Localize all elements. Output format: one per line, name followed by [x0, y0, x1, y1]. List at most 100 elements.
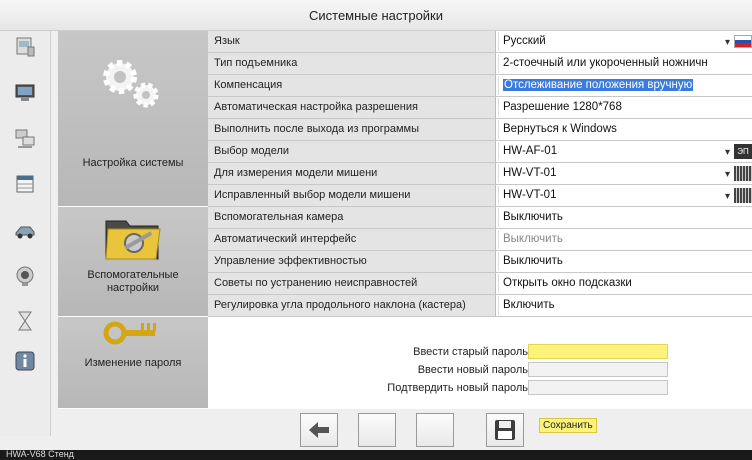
model-select[interactable]: HW-AF-01 ▾ ЭП — [498, 142, 752, 161]
setting-value: HW-VT-01 — [503, 167, 557, 179]
setting-label: Автоматическая настройка разрешения — [208, 97, 496, 118]
gears-icon — [103, 60, 159, 108]
status-text: HWA-V68 Стенд — [6, 449, 74, 459]
auto-interface-select[interactable]: Выключить — [498, 230, 752, 249]
save-label[interactable]: Сохранить — [539, 418, 597, 433]
setting-label: Язык — [208, 31, 496, 52]
target-model-select[interactable]: HW-VT-01 ▾ — [498, 164, 752, 183]
setting-value: HW-VT-01 — [503, 189, 557, 201]
setting-row-corrected-target-model: Исправленный выбор модели мишени HW-VT-0… — [208, 185, 752, 207]
password-label: Ввести новый пароль — [417, 364, 528, 376]
setting-label: Компенсация — [208, 75, 496, 96]
sidebar — [0, 31, 51, 436]
setting-value: 2-стоечный или укороченный ножничн — [503, 57, 708, 69]
floppy-disk-icon — [495, 420, 515, 440]
setting-row-model: Выбор модели HW-AF-01 ▾ ЭП — [208, 141, 752, 163]
confirm-password-field[interactable] — [528, 380, 668, 395]
title-bar: Системные настройки — [0, 0, 752, 31]
target-preview-icon — [734, 166, 752, 181]
chevron-down-icon: ▾ — [724, 37, 730, 48]
language-select[interactable]: Русский ▾ — [498, 32, 752, 51]
section-aux-label-1: Вспомогательные — [87, 269, 179, 281]
status-bar: HWA-V68 Стенд — [0, 449, 752, 460]
new-password-field[interactable] — [528, 362, 668, 377]
key-icon — [103, 321, 156, 345]
toolbar-button-empty-1[interactable] — [358, 413, 396, 447]
compensation-select[interactable]: Отслеживание положения вручную — [498, 76, 752, 95]
setting-value: Разрешение 1280*768 — [503, 101, 622, 113]
chevron-down-icon: ▾ — [724, 147, 730, 158]
setting-value: Русский — [503, 35, 546, 47]
aux-camera-select[interactable]: Выключить — [498, 208, 752, 227]
troubleshooting-select[interactable]: Открыть окно подсказки — [498, 274, 752, 293]
setting-row-troubleshooting: Советы по устранению неисправностей Откр… — [208, 273, 752, 295]
setting-label: Автоматический интерфейс — [208, 229, 496, 250]
section-system: Настройка системы — [58, 31, 208, 207]
setting-label: Вспомогательная камера — [208, 207, 496, 228]
setting-row-caster: Регулировка угла продольного наклона (ка… — [208, 295, 752, 317]
table-icon[interactable] — [13, 172, 37, 196]
lift-type-select[interactable]: 2-стоечный или укороченный ножничн — [498, 54, 752, 73]
section-password: Изменение пароля — [58, 317, 208, 409]
setting-value: Выключить — [503, 255, 563, 267]
car-lift-icon[interactable] — [13, 218, 37, 242]
back-arrow-icon — [309, 422, 329, 438]
setting-label: Тип подъемника — [208, 53, 496, 74]
setting-label: Для измерения модели мишени — [208, 163, 496, 184]
corrected-target-model-select[interactable]: HW-VT-01 ▾ — [498, 186, 752, 205]
password-row-old: Ввести старый пароль — [208, 344, 752, 360]
back-button[interactable] — [300, 413, 338, 447]
setting-label: Выбор модели — [208, 141, 496, 162]
window-title: Системные настройки — [308, 8, 444, 23]
setting-label: Исправленный выбор модели мишени — [208, 185, 496, 206]
setting-row-compensation: Компенсация Отслеживание положения вручн… — [208, 75, 752, 97]
password-row-confirm: Подтвердить новый пароль — [208, 380, 752, 396]
on-exit-select[interactable]: Вернуться к Windows — [498, 120, 752, 139]
target-preview-icon — [734, 188, 752, 203]
old-password-field[interactable] — [528, 344, 668, 359]
setting-label: Советы по устранению неисправностей — [208, 273, 496, 294]
setting-row-resolution: Автоматическая настройка разрешения Разр… — [208, 97, 752, 119]
computer-icon[interactable] — [13, 81, 37, 105]
bottom-toolbar: Сохранить — [58, 409, 752, 449]
section-system-label: Настройка системы — [82, 157, 184, 169]
chevron-down-icon: ▾ — [724, 169, 730, 180]
setting-value: Выключить — [503, 233, 563, 245]
password-label: Подтвердить новый пароль — [387, 382, 528, 394]
setting-value: Выключить — [503, 211, 563, 223]
model-badge-icon: ЭП — [734, 144, 752, 159]
section-aux-label-2: настройки — [106, 282, 160, 294]
chevron-down-icon: ▾ — [724, 191, 730, 202]
setting-label: Управление эффективностью — [208, 251, 496, 272]
camera-icon[interactable] — [13, 264, 37, 288]
setting-row-language: Язык Русский ▾ — [208, 31, 752, 53]
efficiency-select[interactable]: Выключить — [498, 252, 752, 271]
section-aux: Вспомогательные настройки — [58, 207, 208, 317]
toolbar-button-empty-2[interactable] — [416, 413, 454, 447]
resolution-select[interactable]: Разрешение 1280*768 — [498, 98, 752, 117]
setting-row-aux-camera: Вспомогательная камера Выключить — [208, 207, 752, 229]
setting-value: Открыть окно подсказки — [503, 277, 632, 289]
printer-icon[interactable] — [13, 35, 37, 59]
setting-row-on-exit: Выполнить после выхода из программы Верн… — [208, 119, 752, 141]
section-password-label: Изменение пароля — [84, 357, 182, 369]
setting-row-efficiency: Управление эффективностью Выключить — [208, 251, 752, 273]
info-icon[interactable] — [13, 349, 37, 373]
hourglass-icon[interactable] — [13, 309, 37, 333]
setting-value: HW-AF-01 — [503, 145, 558, 157]
setting-label: Выполнить после выхода из программы — [208, 119, 496, 140]
settings-panel: Настройка системы Вспомогательные настро… — [58, 31, 752, 409]
password-label: Ввести старый пароль — [413, 346, 528, 358]
russia-flag-icon — [734, 35, 752, 48]
setting-row-auto-interface: Автоматический интерфейс Выключить — [208, 229, 752, 251]
folder-tools-icon — [105, 220, 161, 260]
setting-row-lift-type: Тип подъемника 2-стоечный или укороченны… — [208, 53, 752, 75]
setting-value: Включить — [503, 299, 555, 311]
password-row-new: Ввести новый пароль — [208, 362, 752, 378]
save-button[interactable] — [486, 413, 524, 447]
setting-value: Вернуться к Windows — [503, 123, 617, 135]
setting-label: Регулировка угла продольного наклона (ка… — [208, 295, 496, 316]
caster-select[interactable]: Включить — [498, 296, 752, 315]
setting-row-target-model: Для измерения модели мишени HW-VT-01 ▾ — [208, 163, 752, 185]
network-icon[interactable] — [13, 127, 37, 151]
